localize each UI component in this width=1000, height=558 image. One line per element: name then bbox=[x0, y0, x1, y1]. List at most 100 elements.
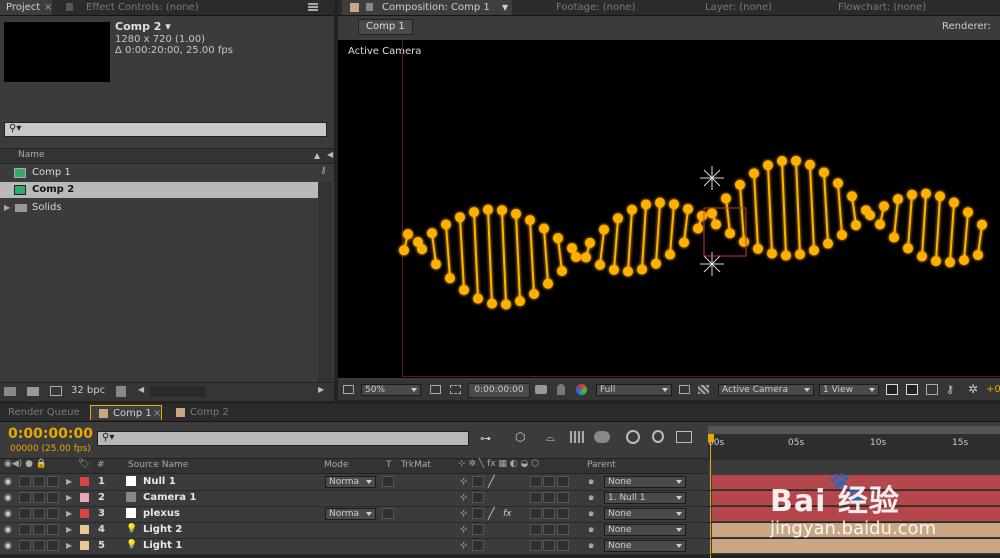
bit-depth-label[interactable]: 32 bpc bbox=[71, 385, 105, 396]
col-trkmat[interactable]: TrkMat bbox=[401, 460, 431, 470]
column-name-label[interactable]: Name bbox=[18, 150, 45, 160]
switch-box[interactable] bbox=[543, 492, 555, 503]
close-icon[interactable]: × bbox=[44, 0, 52, 15]
graph-editor-icon[interactable] bbox=[626, 430, 640, 444]
parent-select[interactable]: 1. Null 1 bbox=[604, 492, 686, 504]
pick-whip-icon[interactable]: ๑ bbox=[588, 506, 594, 522]
new-comp-icon[interactable] bbox=[50, 386, 62, 396]
sort-arrow-icon[interactable]: ▲ bbox=[314, 151, 320, 160]
interpret-footage-icon[interactable] bbox=[4, 387, 16, 396]
pick-whip-icon[interactable]: ๑ bbox=[588, 490, 594, 506]
close-icon[interactable]: × bbox=[153, 406, 161, 421]
tab-comp1[interactable]: Comp 1 × bbox=[90, 405, 162, 420]
parent-select[interactable]: None bbox=[604, 476, 686, 488]
preserve-transparency-toggle[interactable] bbox=[382, 476, 394, 487]
switch-box[interactable] bbox=[472, 492, 484, 503]
timeline-icon[interactable] bbox=[926, 384, 938, 395]
layer-name[interactable]: Null 1 bbox=[143, 474, 176, 490]
preserve-transparency-toggle[interactable] bbox=[382, 508, 394, 519]
switch-box[interactable] bbox=[530, 540, 542, 551]
region-of-interest-icon[interactable] bbox=[430, 385, 441, 394]
comp-mini-flowchart-icon[interactable]: ⊶ bbox=[480, 432, 491, 445]
visibility-eye-icon[interactable]: ◉ bbox=[4, 474, 12, 490]
lock-toggle[interactable] bbox=[47, 540, 59, 551]
parent-select[interactable]: None bbox=[604, 508, 686, 520]
solo-toggle[interactable] bbox=[33, 508, 45, 519]
parent-select[interactable]: None bbox=[604, 524, 686, 536]
switch-box[interactable] bbox=[472, 524, 484, 535]
audio-toggle[interactable] bbox=[19, 524, 31, 535]
shy-switch-icon[interactable]: ⊹ bbox=[460, 490, 468, 506]
effects-fx-icon[interactable]: fx bbox=[503, 506, 512, 522]
layer-name[interactable]: Light 2 bbox=[143, 522, 182, 538]
3d-layer-toggle[interactable] bbox=[557, 540, 569, 551]
lock-toggle[interactable] bbox=[47, 524, 59, 535]
target-region-icon[interactable] bbox=[679, 385, 690, 394]
scroll-left-icon[interactable]: ◀ bbox=[138, 385, 144, 394]
pick-whip-icon[interactable]: ๑ bbox=[588, 474, 594, 490]
scroll-right-icon[interactable]: ▶ bbox=[318, 385, 324, 394]
label-color-swatch[interactable] bbox=[80, 525, 89, 534]
zoom-select[interactable]: 50% bbox=[361, 384, 421, 396]
switch-box[interactable] bbox=[530, 492, 542, 503]
visibility-eye-icon[interactable]: ◉ bbox=[4, 490, 12, 506]
tab-flowchart[interactable]: Flowchart: (none) bbox=[838, 0, 926, 15]
current-time-display[interactable]: 0:00:00:00 bbox=[8, 426, 93, 442]
switch-box[interactable] bbox=[472, 476, 484, 487]
tab-composition[interactable]: Composition: Comp 1 ▼ bbox=[342, 0, 512, 15]
show-snapshot-icon[interactable] bbox=[557, 384, 565, 395]
switch-box[interactable] bbox=[530, 508, 542, 519]
motion-blur-icon[interactable] bbox=[594, 431, 610, 443]
layer-name[interactable]: plexus bbox=[143, 506, 180, 522]
lock-icon[interactable] bbox=[66, 3, 73, 11]
toggle-pixel-aspect-icon[interactable] bbox=[886, 384, 898, 395]
col-parent[interactable]: Parent bbox=[587, 460, 616, 470]
expand-arrow-icon[interactable]: ▶ bbox=[66, 474, 72, 490]
lock-toggle[interactable] bbox=[47, 508, 59, 519]
layer-search-input[interactable]: ⚲▾ bbox=[97, 431, 469, 446]
current-time-indicator[interactable] bbox=[708, 434, 714, 442]
visibility-eye-icon[interactable]: ◉ bbox=[4, 506, 12, 522]
expand-arrow-icon[interactable]: ▶ bbox=[66, 490, 72, 506]
time-ruler[interactable]: 00s 05s 10s 15s bbox=[708, 426, 1000, 558]
snapshot-icon[interactable] bbox=[535, 385, 547, 394]
list-item[interactable]: Comp 1 bbox=[0, 165, 318, 181]
visibility-eye-icon[interactable]: ◉ bbox=[4, 522, 12, 538]
always-preview-icon[interactable] bbox=[343, 385, 354, 394]
audio-toggle[interactable] bbox=[19, 476, 31, 487]
label-color-swatch[interactable] bbox=[80, 493, 89, 502]
parent-select[interactable]: None bbox=[604, 540, 686, 552]
expand-arrow-icon[interactable]: ▶ bbox=[66, 506, 72, 522]
breadcrumb[interactable]: Comp 1 bbox=[358, 19, 413, 35]
solo-toggle[interactable] bbox=[33, 492, 45, 503]
tab-effect-controls[interactable]: Effect Controls: (none) bbox=[60, 0, 310, 15]
reset-exposure-icon[interactable]: ✲ bbox=[968, 382, 978, 396]
audio-toggle[interactable] bbox=[19, 508, 31, 519]
vertical-scrollbar[interactable] bbox=[318, 182, 332, 382]
solo-toggle[interactable] bbox=[33, 540, 45, 551]
label-color-swatch[interactable] bbox=[80, 477, 89, 486]
quality-slash-icon[interactable]: ╱ bbox=[488, 506, 495, 522]
tab-project[interactable]: Project × bbox=[0, 0, 52, 15]
3d-layer-toggle[interactable] bbox=[557, 492, 569, 503]
switch-box[interactable] bbox=[543, 508, 555, 519]
stopwatch-icon[interactable] bbox=[652, 430, 664, 443]
switch-box[interactable] bbox=[543, 540, 555, 551]
dropdown-arrow-icon[interactable]: ▼ bbox=[502, 0, 508, 15]
3d-layer-toggle[interactable] bbox=[557, 524, 569, 535]
label-color-swatch[interactable] bbox=[80, 509, 89, 518]
switch-box[interactable] bbox=[543, 524, 555, 535]
list-item-selected[interactable]: Comp 2 bbox=[0, 182, 318, 198]
list-item[interactable]: ▶ Solids bbox=[0, 200, 318, 216]
timecode-field[interactable]: 0:00:00:00 bbox=[468, 383, 530, 398]
audio-toggle[interactable] bbox=[19, 492, 31, 503]
shy-switch-icon[interactable]: ⊹ bbox=[460, 538, 468, 554]
lock-toggle[interactable] bbox=[47, 476, 59, 487]
lock-toggle[interactable] bbox=[47, 492, 59, 503]
brainstorm-icon[interactable] bbox=[676, 431, 692, 443]
visibility-eye-icon[interactable]: ◉ bbox=[4, 538, 12, 554]
switch-box[interactable] bbox=[543, 476, 555, 487]
new-folder-icon[interactable] bbox=[27, 387, 39, 396]
exposure-value[interactable]: +0 bbox=[986, 384, 1000, 395]
viewer-area[interactable]: Active Camera bbox=[338, 40, 1000, 378]
